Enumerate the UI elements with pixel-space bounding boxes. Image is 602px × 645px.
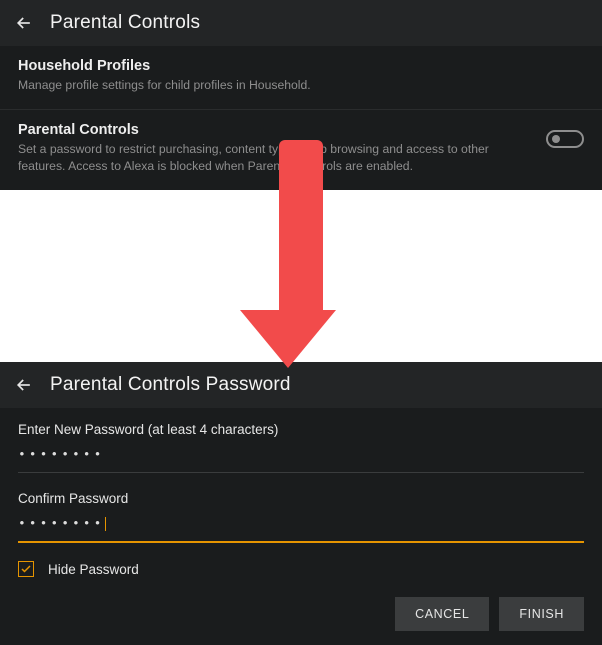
input-underline — [18, 472, 584, 473]
text-cursor — [105, 517, 106, 531]
toggle-knob — [552, 135, 560, 143]
household-title: Household Profiles — [18, 58, 584, 74]
household-profiles-row[interactable]: Household Profiles Manage profile settin… — [0, 46, 602, 109]
cancel-button[interactable]: CANCEL — [395, 597, 489, 631]
header-bar: Parental Controls — [0, 0, 602, 46]
finish-button[interactable]: FINISH — [499, 597, 584, 631]
down-arrow-icon — [266, 140, 336, 368]
back-arrow-icon[interactable] — [14, 375, 34, 395]
page-title: Parental Controls — [50, 12, 200, 34]
page-title: Parental Controls Password — [50, 374, 291, 396]
hide-password-checkbox[interactable] — [18, 561, 34, 577]
hide-password-label: Hide Password — [48, 562, 139, 577]
household-desc: Manage profile settings for child profil… — [18, 77, 498, 95]
back-arrow-icon[interactable] — [14, 13, 34, 33]
header-bar: Parental Controls Password — [0, 362, 602, 408]
input-underline-active — [18, 541, 584, 543]
new-password-input[interactable]: •••••••• — [18, 447, 584, 472]
parental-title: Parental Controls — [18, 122, 534, 138]
parental-controls-toggle[interactable] — [546, 130, 584, 148]
confirm-password-label: Confirm Password — [18, 491, 584, 506]
hide-password-row[interactable]: Hide Password — [18, 561, 584, 577]
new-password-label: Enter New Password (at least 4 character… — [18, 422, 584, 437]
parental-desc: Set a password to restrict purchasing, c… — [18, 141, 498, 176]
button-row: CANCEL FINISH — [0, 577, 602, 631]
instruction-gap — [0, 190, 602, 362]
set-password-screen: Parental Controls Password Enter New Pas… — [0, 362, 602, 645]
confirm-password-input[interactable]: •••••••• — [18, 516, 584, 541]
